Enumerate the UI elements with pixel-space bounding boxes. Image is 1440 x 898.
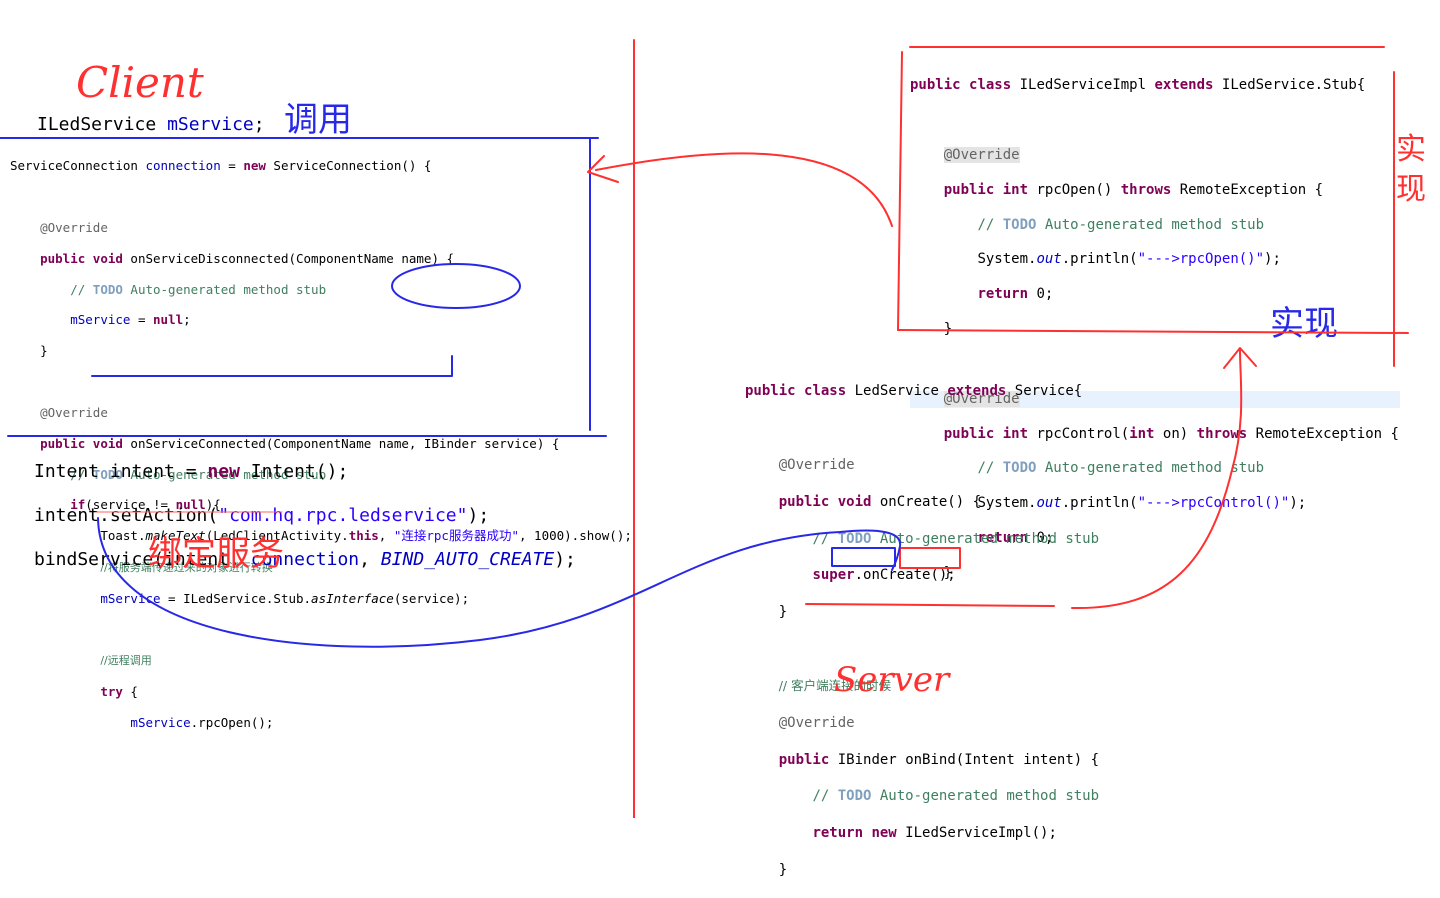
server-label: Server bbox=[834, 660, 950, 700]
todo-comment: // TODO Auto-generated method stub bbox=[812, 788, 1100, 805]
close-brace: } bbox=[778, 604, 788, 621]
remote-call-comment: //远程调用 bbox=[100, 654, 152, 668]
override-annotation: @Override bbox=[40, 220, 108, 236]
mservice-field-decl: ILedService mService; bbox=[37, 114, 265, 135]
service-class-line: public class LedService extends Service{ bbox=[745, 383, 1083, 400]
bind-service-label: 绑定服务 bbox=[148, 534, 284, 574]
close-brace: } bbox=[40, 343, 48, 359]
connection-line: ServiceConnection connection = new Servi… bbox=[10, 158, 432, 174]
asinterface-line: mService = ILedService.Stub.asInterface(… bbox=[100, 590, 470, 606]
setaction-line: intent.setAction("com.hq.rpc.ledservice"… bbox=[34, 505, 490, 526]
override-annotation: @Override bbox=[943, 147, 1020, 164]
override-annotation: @Override bbox=[40, 404, 108, 420]
intent-code: Intent intent = new Intent(); intent.set… bbox=[34, 439, 576, 593]
todo-comment: // TODO Auto-generated method stub bbox=[70, 281, 327, 297]
call-label: 调用 bbox=[284, 100, 352, 140]
rpcopen-call-line: mService.rpcOpen(); bbox=[130, 715, 274, 731]
client-label: Client bbox=[76, 58, 204, 107]
impl-side-label: 实现 bbox=[1396, 132, 1426, 207]
todo-comment: // TODO Auto-generated method stub bbox=[977, 216, 1265, 233]
override-annotation: @Override bbox=[778, 457, 855, 474]
rpcopen-signature: public int rpcOpen() throws RemoteExcept… bbox=[943, 181, 1324, 198]
return-impl-line: return new ILedServiceImpl(); bbox=[812, 825, 1057, 842]
try-line: try { bbox=[100, 684, 138, 700]
onbind-signature: public IBinder onBind(Intent intent) { bbox=[778, 751, 1100, 768]
impl-box-left bbox=[897, 51, 903, 331]
impl-class-line: public class ILedServiceImpl extends ILe… bbox=[910, 77, 1366, 94]
println-open-line: System.out.println("--->rpcOpen()"); bbox=[977, 251, 1281, 268]
close-brace: } bbox=[778, 861, 788, 878]
disconnected-signature: public void onServiceDisconnected(Compon… bbox=[40, 250, 455, 266]
mservice-null-line: mService = null; bbox=[70, 312, 191, 328]
intent-line: Intent intent = new Intent(); bbox=[34, 461, 349, 482]
super-oncreate-line: super.onCreate(); bbox=[812, 567, 956, 584]
impl-to-client-arrow bbox=[595, 152, 893, 227]
oncreate-signature: public void onCreate() { bbox=[778, 493, 982, 510]
impl-label: 实现 bbox=[1270, 304, 1338, 344]
override-annotation: @Override bbox=[778, 714, 855, 731]
bindservice-line: bindService(intent, connection, BIND_AUT… bbox=[34, 549, 576, 570]
todo-comment: // TODO Auto-generated method stub bbox=[812, 530, 1100, 547]
